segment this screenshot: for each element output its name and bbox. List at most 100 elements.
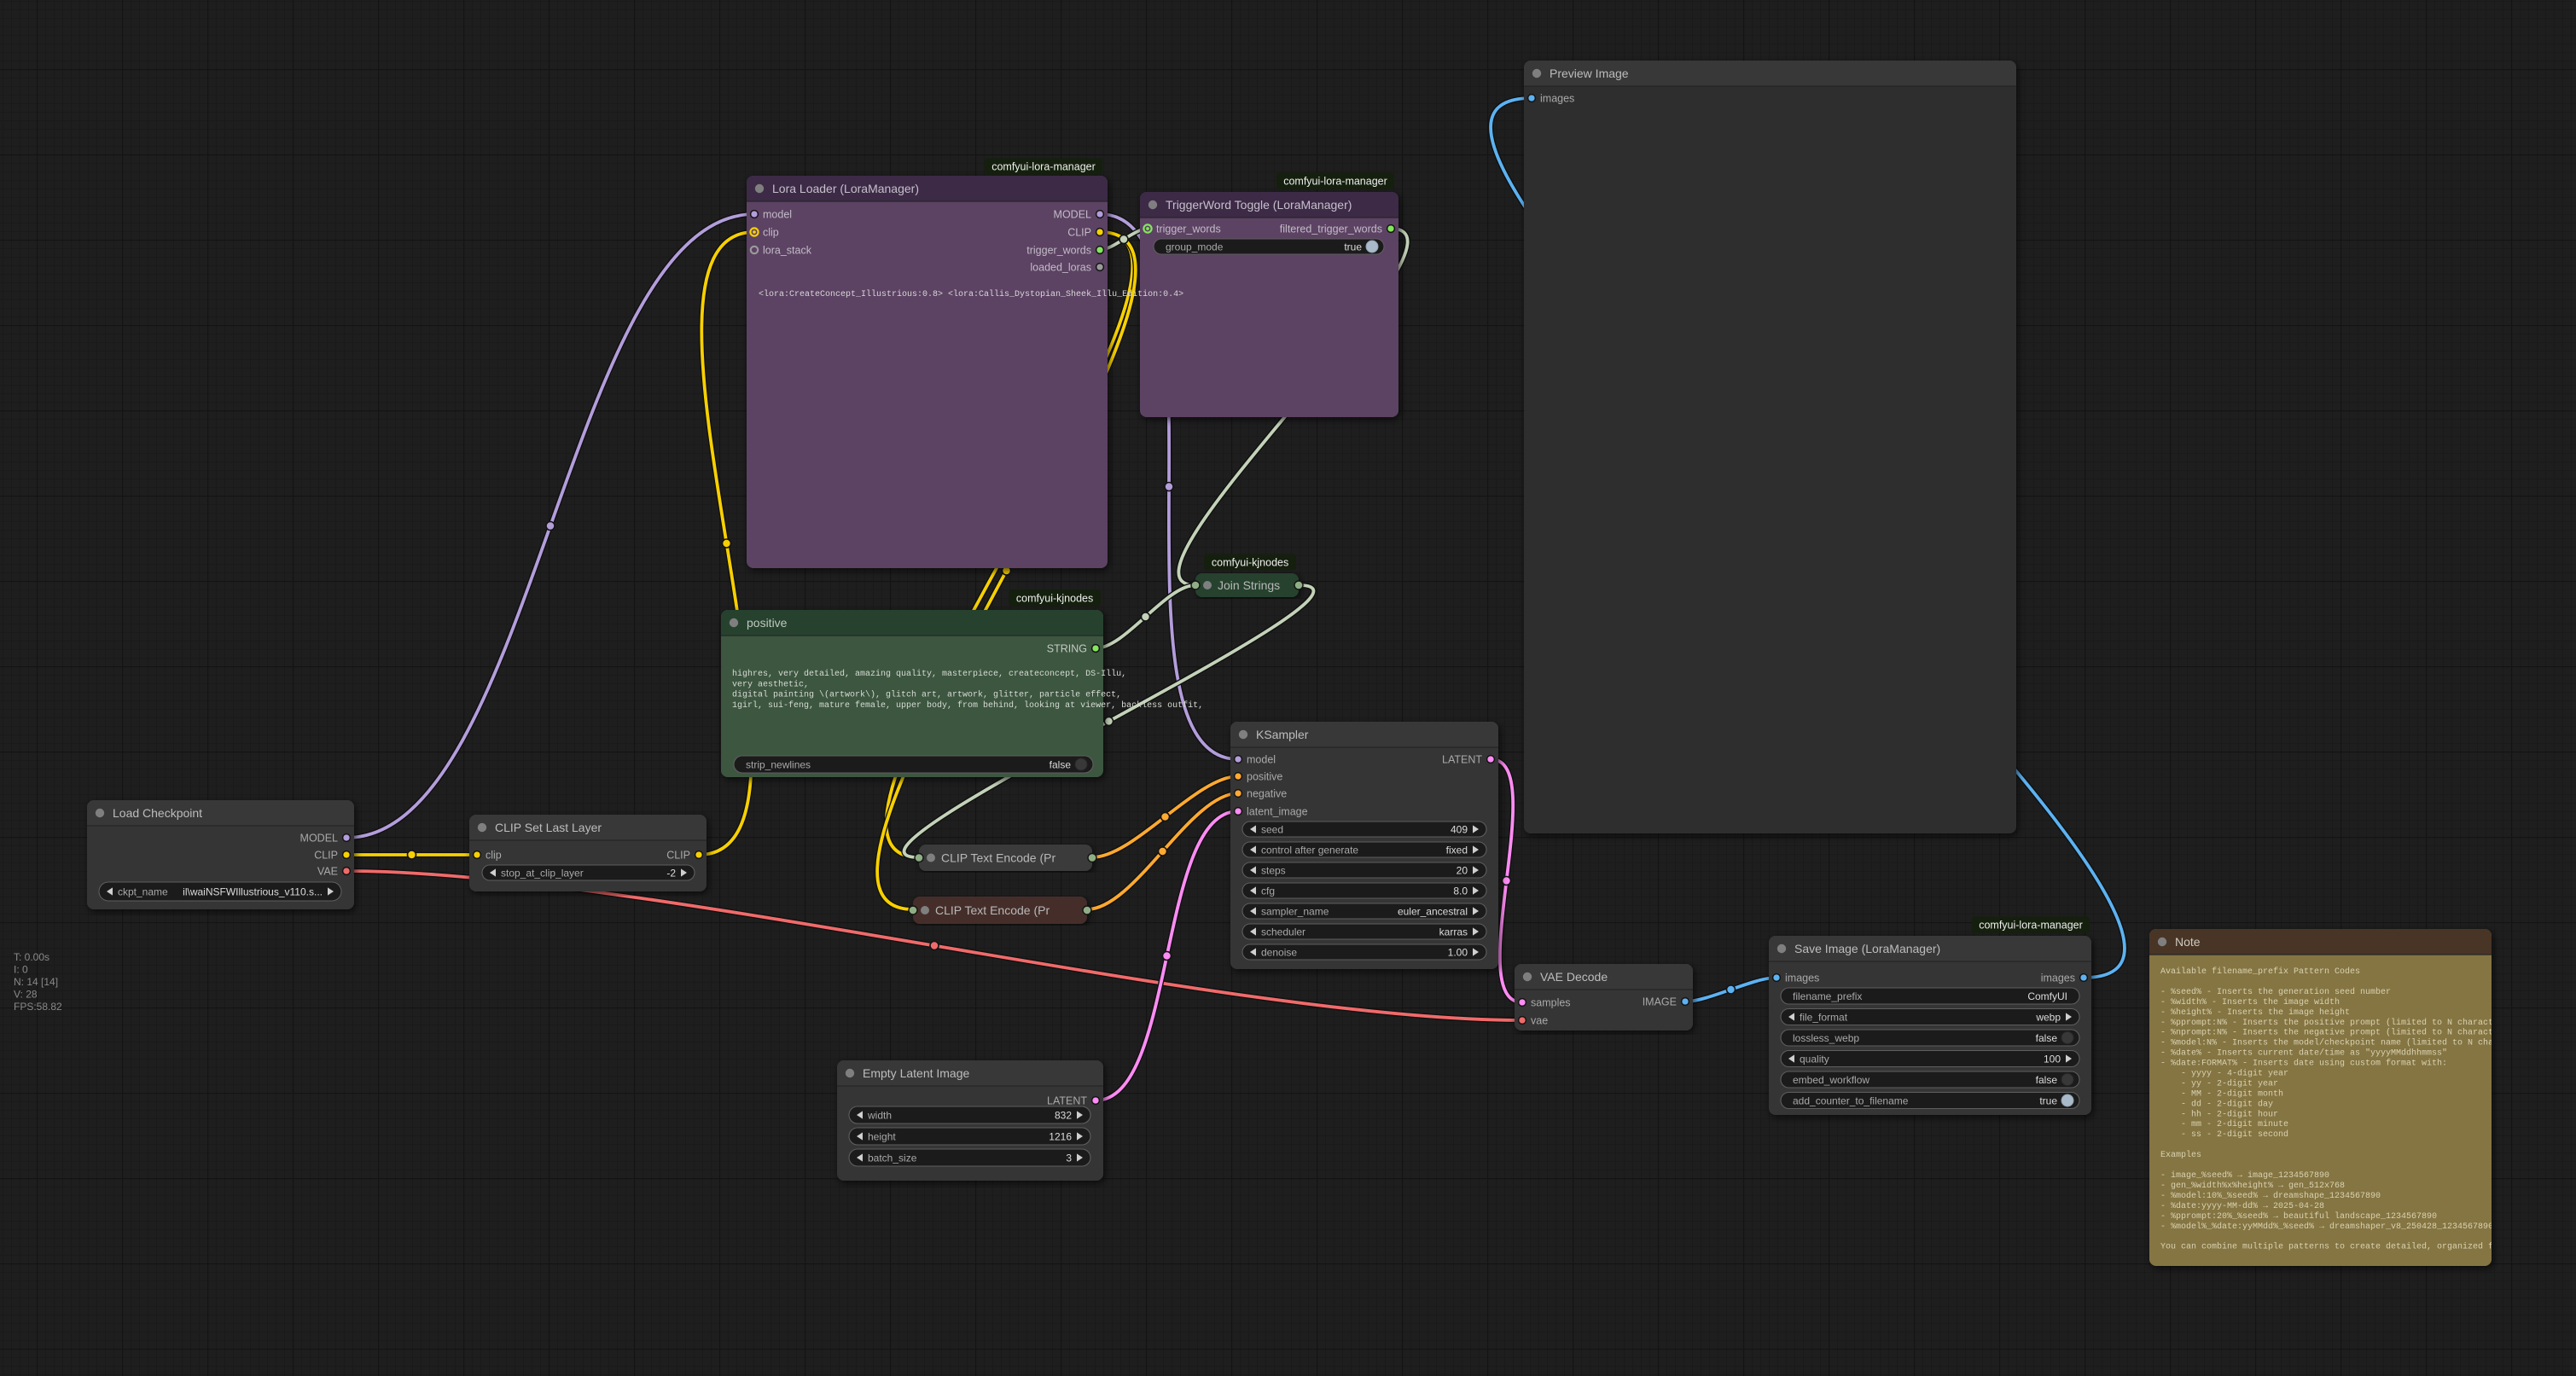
svg-text:100: 100 [2044,1054,2061,1065]
svg-text:comfyui-lora-manager: comfyui-lora-manager [991,161,1096,173]
svg-text:filename_prefix: filename_prefix [1793,990,1862,1002]
svg-text:lora_stack: lora_stack [763,245,812,257]
svg-text:scheduler: scheduler [1261,926,1305,938]
svg-text:-2: -2 [666,868,676,880]
svg-text:images: images [1785,972,1819,984]
svg-text:VAE: VAE [317,866,338,878]
svg-text:Note: Note [2175,935,2201,949]
svg-text:true: true [1344,241,1362,253]
svg-text:width: width [867,1110,892,1122]
svg-text:model: model [1247,754,1276,766]
svg-text:false: false [1050,759,1072,771]
svg-text:CLIP: CLIP [314,850,338,862]
svg-text:comfyui-kjnodes: comfyui-kjnodes [1016,593,1093,605]
svg-text:I: 0: I: 0 [14,964,28,976]
svg-text:CLIP Text Encode (Pr: CLIP Text Encode (Pr [941,851,1055,865]
svg-text:Empty Latent Image: Empty Latent Image [863,1066,970,1080]
svg-text:- %model:10%_%seed% → dreamsha: - %model:10%_%seed% → dreamshape_1234567… [2160,1191,2381,1201]
svg-text:strip_newlines: strip_newlines [746,759,811,771]
svg-text:lossless_webp: lossless_webp [1793,1032,1859,1044]
svg-text:- %model:N% - Inserts the mode: - %model:N% - Inserts the model/checkpoi… [2160,1038,2534,1048]
svg-text:CLIP: CLIP [666,850,690,862]
svg-text:IMAGE: IMAGE [1643,996,1677,1008]
svg-text:- ss - 2-digit second: - ss - 2-digit second [2160,1129,2288,1140]
svg-text:ComfyUI: ComfyUI [2027,990,2067,1002]
svg-text:positive: positive [1247,771,1282,783]
svg-text:- %date% - Inserts current dat: - %date% - Inserts current date/time as … [2160,1048,2447,1059]
svg-text:Preview Image: Preview Image [1550,67,1629,80]
svg-text:T: 0.00s: T: 0.00s [14,951,49,963]
svg-text:add_counter_to_filename: add_counter_to_filename [1793,1095,1909,1107]
svg-text:- hh - 2-digit hour: - hh - 2-digit hour [2160,1109,2278,1119]
svg-text:Load Checkpoint: Load Checkpoint [113,806,202,820]
svg-text:group_mode: group_mode [1166,241,1224,253]
svg-text:TriggerWord Toggle (LoraManage: TriggerWord Toggle (LoraManager) [1166,198,1352,212]
svg-text:- yy - 2-digit year: - yy - 2-digit year [2160,1079,2278,1089]
svg-text:- mm - 2-digit minute: - mm - 2-digit minute [2160,1119,2288,1129]
svg-text:832: 832 [1055,1110,1072,1122]
svg-text:height: height [868,1131,896,1143]
svg-text:very aesthetic,: very aesthetic, [732,679,809,689]
svg-text:false: false [2036,1032,2058,1044]
svg-text:false: false [2036,1074,2058,1086]
svg-text:sampler_name: sampler_name [1261,906,1329,918]
svg-text:409: 409 [1451,824,1468,836]
svg-text:digital painting \(artwork\),: digital painting \(artwork\), glitch art… [732,690,1121,700]
svg-text:true: true [2039,1095,2057,1107]
svg-text:1216: 1216 [1049,1131,1072,1143]
svg-text:Available filename_prefix Patt: Available filename_prefix Pattern Codes [2160,967,2360,977]
svg-text:file_format: file_format [1800,1012,1848,1024]
svg-text:cfg: cfg [1261,885,1275,897]
svg-text:- %height% - Inserts the image: - %height% - Inserts the image height [2160,1007,2350,1018]
svg-text:- %nprompt:N% - Inserts the ne: - %nprompt:N% - Inserts the negative pro… [2160,1028,2514,1038]
svg-text:comfyui-lora-manager: comfyui-lora-manager [1283,176,1387,188]
svg-text:vae: vae [1531,1015,1548,1027]
svg-text:embed_workflow: embed_workflow [1793,1074,1869,1086]
svg-text:STRING: STRING [1047,643,1087,655]
svg-text:denoise: denoise [1261,947,1297,959]
svg-text:quality: quality [1800,1054,1829,1065]
svg-text:VAE Decode: VAE Decode [1540,970,1608,984]
svg-text:LATENT: LATENT [1047,1095,1087,1107]
svg-text:fixed: fixed [1446,845,1468,856]
svg-text:batch_size: batch_size [868,1152,917,1164]
svg-text:20: 20 [1457,865,1468,877]
svg-text:comfyui-kjnodes: comfyui-kjnodes [1212,557,1288,569]
svg-text:MODEL: MODEL [300,833,339,845]
svg-text:Examples: Examples [2160,1150,2201,1160]
svg-text:webp: webp [2035,1012,2061,1024]
svg-text:Lora Loader (LoraManager): Lora Loader (LoraManager) [772,182,919,195]
svg-text:- %pprompt:N% - Inserts the po: - %pprompt:N% - Inserts the positive pro… [2160,1018,2514,1028]
svg-text:1.00: 1.00 [1448,947,1468,959]
svg-text:- %model%_%date:yyMMdd%_%seed%: - %model%_%date:yyMMdd%_%seed% → dreamsh… [2160,1222,2493,1232]
svg-text:- gen_%width%x%height% → gen_5: - gen_%width%x%height% → gen_512x768 [2160,1181,2345,1191]
svg-text:positive: positive [747,616,788,630]
svg-text:CLIP Set Last Layer: CLIP Set Last Layer [495,821,602,834]
svg-text:8.0: 8.0 [1453,885,1468,897]
svg-text:- %date:FORMAT% - Inserts date: - %date:FORMAT% - Inserts date using cus… [2160,1059,2447,1069]
svg-text:ckpt_name: ckpt_name [118,886,168,898]
svg-text:V: 28: V: 28 [14,989,38,1001]
svg-text:<lora:CreateConcept_Illustriou: <lora:CreateConcept_Illustrious:0.8> <lo… [759,289,1183,299]
svg-text:clip: clip [763,227,779,239]
svg-text:- %seed% - Inserts the generat: - %seed% - Inserts the generation seed n… [2160,987,2391,997]
svg-text:- image_%seed% → image_1234567: - image_%seed% → image_1234567890 [2160,1170,2329,1181]
svg-text:3: 3 [1066,1152,1072,1164]
svg-text:samples: samples [1531,997,1571,1009]
svg-text:clip: clip [486,850,502,862]
svg-text:trigger_words: trigger_words [1156,224,1221,235]
svg-text:Save Image (LoraManager): Save Image (LoraManager) [1794,942,1940,955]
svg-text:- yyyy - 4-digit year: - yyyy - 4-digit year [2160,1069,2288,1079]
svg-text:highres, very detailed, amazin: highres, very detailed, amazing quality,… [732,669,1126,679]
svg-text:N: 14 [14]: N: 14 [14] [14,976,58,988]
svg-text:images: images [2041,972,2075,984]
svg-text:stop_at_clip_layer: stop_at_clip_layer [501,868,584,880]
svg-text:- dd - 2-digit day: - dd - 2-digit day [2160,1099,2273,1109]
svg-text:model: model [763,209,792,221]
svg-text:LATENT: LATENT [1442,754,1482,766]
svg-text:il\waiNSFWIllustrious_v110.s..: il\waiNSFWIllustrious_v110.s... [183,886,323,898]
svg-text:CLIP Text Encode (Pr: CLIP Text Encode (Pr [935,903,1050,917]
svg-text:loaded_loras: loaded_loras [1030,262,1091,274]
svg-text:comfyui-lora-manager: comfyui-lora-manager [1979,920,2083,932]
svg-text:seed: seed [1261,824,1283,836]
